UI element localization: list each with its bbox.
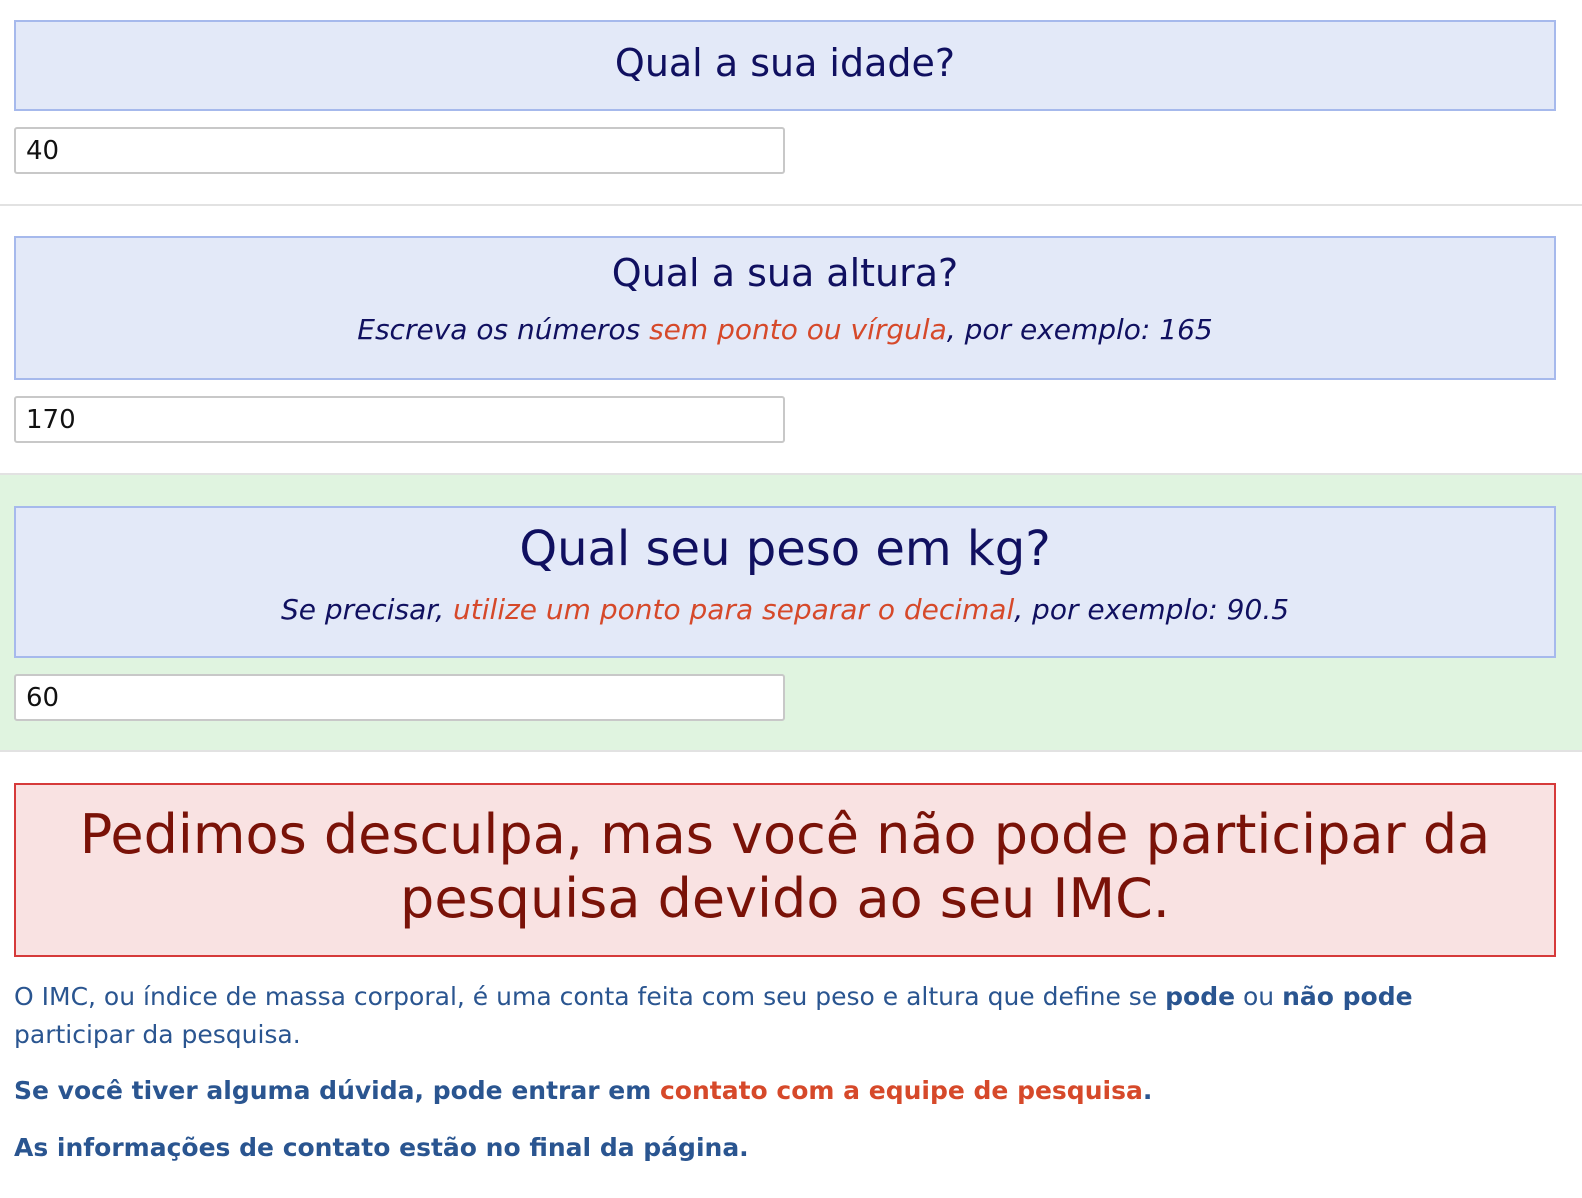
weight-hint-highlight: utilize um ponto para separar o decimal [453, 593, 1015, 626]
height-input[interactable] [14, 396, 785, 443]
contact-question-text: Se você tiver alguma dúvida, pode entrar… [14, 1072, 1534, 1110]
height-question-hint: Escreva os números sem ponto ou vírgula,… [16, 310, 1554, 350]
weight-input[interactable] [14, 674, 785, 721]
weight-hint-text: Se precisar, [280, 593, 454, 626]
height-hint-text: Escreva os números [357, 313, 650, 346]
alert-message: Pedimos desculpa, mas você não pode part… [79, 803, 1491, 930]
height-hint-example: , por exemplo: 165 [946, 313, 1213, 346]
height-question-section: Qual a sua altura? Escreva os números se… [0, 206, 1582, 474]
weight-question-hint: Se precisar, utilize um ponto para separ… [16, 590, 1554, 630]
weight-question-section: Qual seu peso em kg? Se precisar, utiliz… [0, 475, 1582, 751]
bmi-explanation-intro: O IMC, ou índice de massa corporal, é um… [14, 982, 1166, 1011]
bmi-explanation-text: O IMC, ou índice de massa corporal, é um… [14, 978, 1534, 1054]
bmi-explanation-can: pode [1165, 982, 1236, 1011]
height-question-title: Qual a sua altura? [611, 251, 959, 295]
age-question-title: Qual a sua idade? [614, 41, 956, 85]
bmi-explanation-end: participar da pesquisa. [14, 1020, 301, 1049]
contact-research-team-link[interactable]: contato com a equipe de pesquisa [660, 1076, 1143, 1105]
age-question-section: Qual a sua idade? [0, 0, 1582, 205]
weight-hint-example: , por exemplo: 90.5 [1014, 593, 1290, 626]
weight-question-box: Qual seu peso em kg? Se precisar, utiliz… [14, 506, 1556, 658]
bmi-explanation-or: ou [1235, 982, 1283, 1011]
height-hint-highlight: sem ponto ou vírgula [649, 313, 947, 346]
bmi-explanation-cannot: não pode [1282, 982, 1413, 1011]
contact-info-location-text: As informações de contato estão no final… [14, 1129, 1534, 1167]
contact-info-location: As informações de contato estão no final… [14, 1133, 749, 1162]
age-input[interactable] [14, 127, 785, 174]
contact-question-intro: Se você tiver alguma dúvida, pode entrar… [14, 1076, 660, 1105]
bmi-rejection-alert: Pedimos desculpa, mas você não pode part… [14, 783, 1556, 957]
height-question-box: Qual a sua altura? Escreva os números se… [14, 236, 1556, 380]
weight-question-title: Qual seu peso em kg? [519, 521, 1051, 577]
section-divider [0, 750, 1582, 752]
contact-question-end: . [1142, 1076, 1153, 1105]
age-question-box: Qual a sua idade? [14, 20, 1556, 111]
